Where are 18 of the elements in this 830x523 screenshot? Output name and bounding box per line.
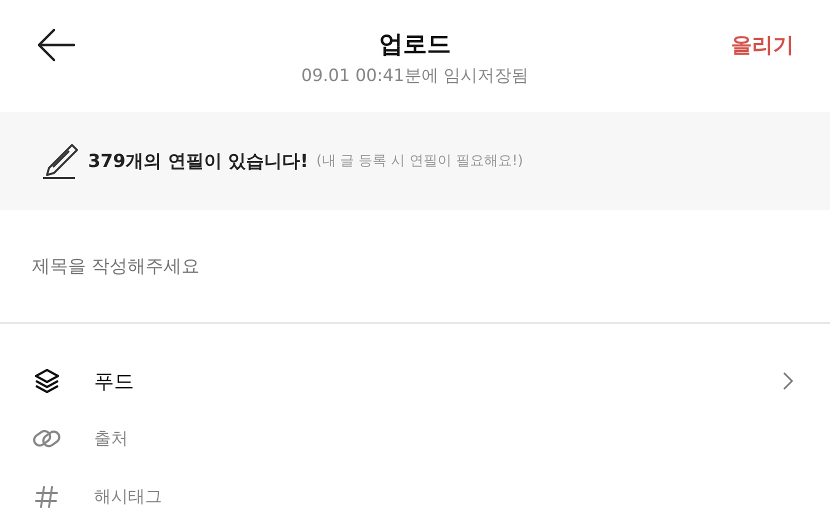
category-row[interactable]: 푸드 bbox=[0, 352, 830, 410]
option-input-field[interactable]: 출처 bbox=[94, 429, 494, 449]
page-title: 업로드 bbox=[379, 29, 451, 60]
upload-button[interactable]: 올리기 bbox=[731, 31, 794, 59]
pencil-icon bbox=[42, 142, 80, 180]
title-input-field[interactable]: 제목을 작성해주세요 bbox=[32, 256, 532, 276]
option-input-field[interactable]: 해시태그 bbox=[94, 487, 494, 507]
autosave-status: 09.01 00:41분에 임시저장됨 bbox=[301, 65, 529, 87]
link-icon bbox=[32, 428, 62, 450]
back-arrow-icon bbox=[36, 28, 76, 62]
category-value: 푸드 bbox=[94, 368, 134, 394]
option-row[interactable]: 해시태그 bbox=[0, 468, 830, 523]
layers-icon bbox=[32, 367, 62, 395]
option-row[interactable]: 출처 bbox=[0, 410, 830, 468]
pencil-count-text: 379개의 연필이 있습니다! bbox=[88, 150, 308, 173]
chevron-right-icon bbox=[782, 371, 794, 391]
back-button[interactable] bbox=[36, 28, 76, 62]
pencil-note-text: (내 글 등록 시 연필이 필요해요!) bbox=[316, 152, 524, 170]
